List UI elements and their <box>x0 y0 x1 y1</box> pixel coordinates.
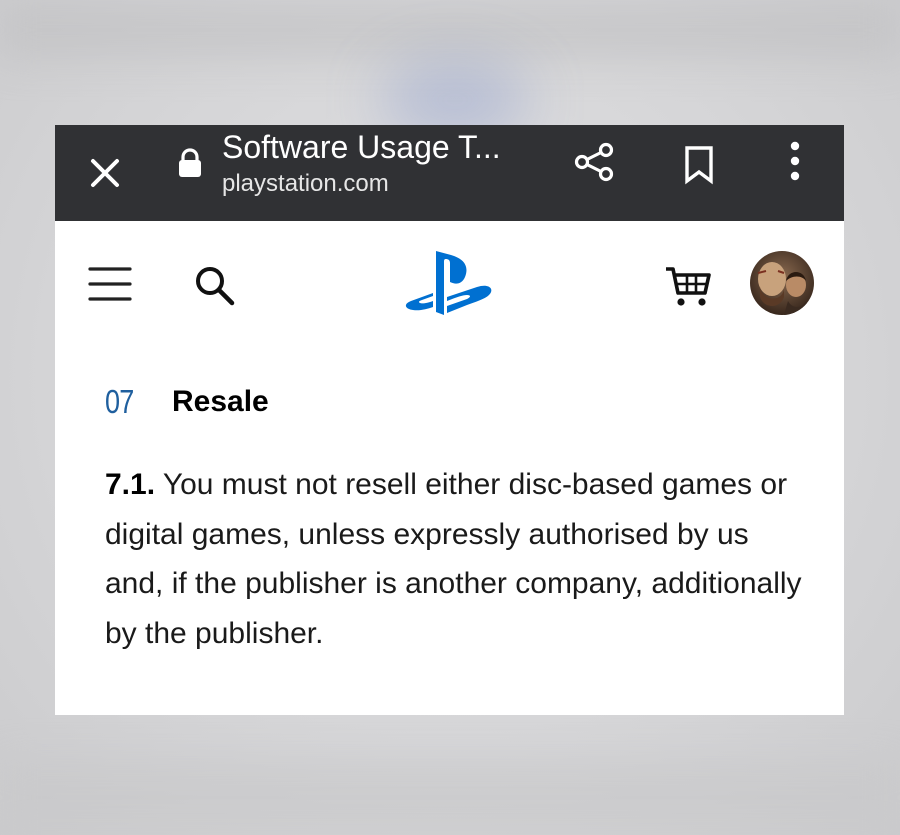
site-header <box>55 221 844 351</box>
avatar[interactable] <box>750 251 814 315</box>
address-bar[interactable]: Software Usage T... playstation.com <box>222 125 552 221</box>
cart-button[interactable] <box>663 263 713 309</box>
close-icon <box>91 159 119 187</box>
search-icon <box>196 267 235 306</box>
playstation-logo[interactable] <box>403 247 495 319</box>
section-number: 07 <box>105 383 134 420</box>
page-title: Software Usage T... <box>222 129 501 165</box>
section-title: Resale <box>172 385 269 418</box>
page-url: playstation.com <box>222 170 389 197</box>
background-blur <box>0 760 900 835</box>
share-button[interactable] <box>572 139 618 185</box>
browser-toolbar: Software Usage T... playstation.com <box>55 125 844 221</box>
clause-number: 7.1. <box>105 468 156 501</box>
clause-paragraph: 7.1. You must not resell either disc-bas… <box>105 460 805 658</box>
share-icon <box>574 142 614 182</box>
lock-icon <box>175 147 205 179</box>
background-blur <box>0 0 900 60</box>
close-tab-button[interactable] <box>85 153 125 193</box>
site-search-button[interactable] <box>190 261 240 311</box>
more-options-button[interactable] <box>775 139 815 185</box>
site-menu-button[interactable] <box>85 261 135 307</box>
clause-text: You must not resell either disc-based ga… <box>105 468 802 650</box>
hamburger-icon <box>88 267 132 301</box>
bookmark-icon <box>685 146 713 185</box>
bookmark-button[interactable] <box>677 141 723 187</box>
more-vert-icon <box>790 141 800 181</box>
cart-icon <box>666 267 711 306</box>
phone-screen: Software Usage T... playstation.com 07 R… <box>55 125 844 715</box>
avatar-image <box>750 251 814 315</box>
